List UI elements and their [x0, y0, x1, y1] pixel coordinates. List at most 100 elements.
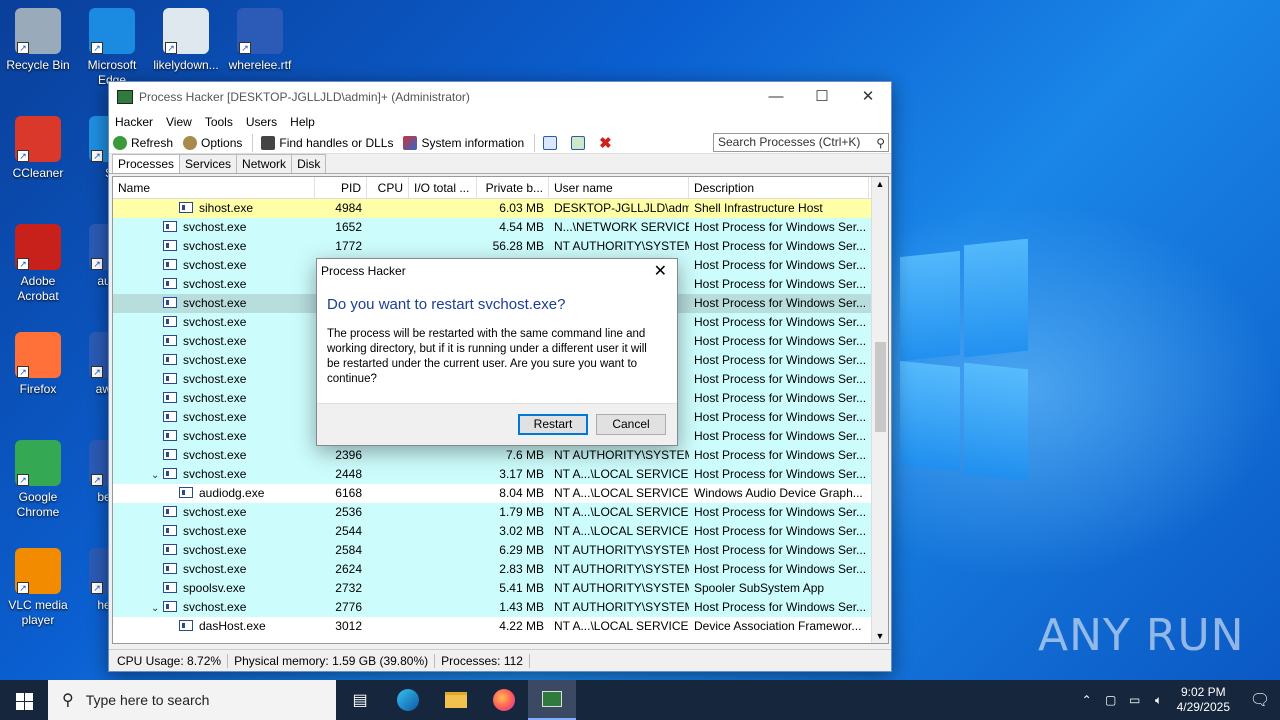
window-button[interactable] — [543, 135, 561, 150]
column-user-name[interactable]: User name — [549, 177, 689, 198]
edge-taskbar-icon[interactable] — [384, 680, 432, 720]
desktop-icon[interactable]: ↗ Adobe Acrobat — [0, 224, 76, 304]
restart-button[interactable]: Restart — [518, 414, 588, 435]
process-row[interactable]: sihost.exe 4984 6.03 MB DESKTOP-JGLLJLD\adm… — [113, 199, 888, 218]
minimize-button[interactable]: — — [753, 82, 799, 112]
notifications-icon[interactable]: 🗨︎ — [1240, 690, 1280, 710]
process-row[interactable]: svchost.exe 2624 2.83 MB NT AUTHORITY\SYSTE… — [113, 560, 888, 579]
menu-hacker[interactable]: Hacker — [115, 115, 153, 129]
process-row[interactable]: svchost.exe 2536 1.79 MB NT A...\LOCAL SERV… — [113, 503, 888, 522]
window-go-button[interactable] — [571, 135, 589, 150]
system-information-button[interactable]: System information — [403, 135, 524, 150]
process-row[interactable]: dasHost.exe 3012 4.22 MB NT A...\LOCAL SERV… — [113, 617, 888, 636]
process-row[interactable]: svchost.exe 1772 56.28 MB NT AUTHORITY\SYST… — [113, 237, 888, 256]
column-cpu[interactable]: CPU — [367, 177, 409, 198]
expand-chevron-icon[interactable]: ⌄ — [151, 466, 163, 484]
menu-users[interactable]: Users — [246, 115, 277, 129]
process-hacker-taskbar-icon[interactable] — [528, 680, 576, 720]
desktop-icon[interactable]: ↗ VLC media player — [0, 548, 76, 628]
search-icon[interactable]: ⚲ — [876, 136, 885, 151]
tab-network[interactable]: Network — [236, 154, 293, 173]
title-bar[interactable]: Process Hacker [DESKTOP-JGLLJLD\admin]+ … — [109, 82, 891, 112]
scroll-up-arrow[interactable]: ▲ — [872, 177, 888, 191]
process-name: svchost.exe — [183, 562, 247, 576]
options-label: Options — [201, 135, 243, 150]
shortcut-arrow-icon: ↗ — [17, 474, 29, 486]
desktop-icon[interactable]: ↗ Firefox — [0, 332, 76, 397]
process-row[interactable]: svchost.exe 2544 3.02 MB NT A...\LOCAL SERV… — [113, 522, 888, 541]
desktop-icon-label: Firefox — [19, 382, 57, 396]
start-button[interactable] — [0, 680, 48, 720]
dialog-title-bar[interactable]: Process Hacker ✕ — [317, 259, 677, 283]
dialog-close-icon[interactable]: ✕ — [654, 261, 667, 281]
process-description: Shell Infrastructure Host — [694, 201, 823, 215]
tab-processes[interactable]: Processes — [112, 154, 181, 173]
process-description: Host Process for Windows Ser... — [694, 524, 867, 538]
desktop-app-icon: ↗ — [15, 116, 61, 162]
desktop-icon[interactable]: ↗ CCleaner — [0, 116, 76, 181]
process-icon — [179, 620, 193, 631]
scroll-thumb[interactable] — [875, 342, 886, 432]
desktop-icon[interactable]: ↗ Recycle Bin — [0, 8, 76, 73]
window-icon — [543, 135, 558, 150]
tab-services[interactable]: Services — [179, 154, 238, 173]
cancel-button[interactable]: Cancel — [596, 414, 666, 435]
taskbar-search-box[interactable]: ⚲ Type here to search — [48, 680, 336, 720]
options-button[interactable]: Options — [183, 135, 243, 150]
desktop-app-icon: ↗ — [15, 440, 61, 486]
desktop-icon[interactable]: ↗ wherelee.rtf — [222, 8, 298, 73]
file-explorer-icon[interactable] — [432, 680, 480, 720]
process-row[interactable]: ⌄ svchost.exe 2776 1.43 MB NT AUTHORITY\SYST… — [113, 598, 888, 617]
close-button[interactable]: ✕ — [845, 82, 891, 112]
process-name: svchost.exe — [183, 334, 247, 348]
column-name[interactable]: Name — [113, 177, 315, 198]
tab-disk[interactable]: Disk — [291, 154, 327, 173]
processes-count-status: Processes: 112 — [435, 653, 530, 668]
scroll-down-arrow[interactable]: ▼ — [872, 629, 888, 643]
column-io-total[interactable]: I/O total ... — [409, 177, 477, 198]
process-user: DESKTOP-JGLLJLD\admi — [554, 201, 689, 215]
process-icon — [163, 392, 177, 403]
task-view-icon[interactable]: ▤ — [336, 680, 384, 720]
process-description: Host Process for Windows Ser... — [694, 448, 867, 462]
chevron-up-icon[interactable]: ⌃ — [1075, 693, 1099, 707]
column-private-bytes[interactable]: Private b... — [477, 177, 549, 198]
maximize-button[interactable]: ☐ — [799, 82, 845, 112]
process-row[interactable]: svchost.exe 1652 4.54 MB N...\NETWORK SERVI… — [113, 218, 888, 237]
network-icon[interactable]: ▭ — [1123, 693, 1147, 707]
desktop-icon[interactable]: ↗ Google Chrome — [0, 440, 76, 520]
column-description[interactable]: Description — [689, 177, 869, 198]
menu-tools[interactable]: Tools — [205, 115, 233, 129]
refresh-button[interactable]: Refresh — [113, 135, 173, 150]
desktop-app-icon: ↗ — [15, 548, 61, 594]
process-row[interactable]: ⌄ svchost.exe 2448 3.17 MB NT A...\LOCAL SER… — [113, 465, 888, 484]
desktop-icon[interactable]: ↗ likelydown... — [148, 8, 224, 73]
device-icon[interactable]: ▢ — [1099, 693, 1123, 707]
expand-chevron-icon[interactable]: ⌄ — [151, 599, 163, 617]
process-row[interactable]: svchost.exe 2584 6.29 MB NT AUTHORITY\SYSTE… — [113, 541, 888, 560]
search-processes-input[interactable]: Search Processes (Ctrl+K) ⚲ — [713, 133, 889, 152]
desktop-app-icon: ↗ — [15, 8, 61, 54]
process-row[interactable]: audiodg.exe 6168 8.04 MB NT A...\LOCAL SERV… — [113, 484, 888, 503]
process-description: Host Process for Windows Ser... — [694, 562, 867, 576]
clock[interactable]: 9:02 PM 4/29/2025 — [1177, 685, 1230, 715]
search-icon: ⚲ — [62, 692, 74, 709]
process-icon — [163, 506, 177, 517]
process-row[interactable]: spoolsv.exe 2732 5.41 MB NT AUTHORITY\SYSTE… — [113, 579, 888, 598]
volume-icon[interactable]: 🔈︎ — [1147, 693, 1171, 708]
vertical-scrollbar[interactable]: ▲ ▼ — [871, 177, 888, 643]
desktop-icon[interactable]: ↗ Microsoft Edge — [74, 8, 150, 88]
process-private-bytes: 1.79 MB — [499, 505, 544, 519]
find-handles-button[interactable]: Find handles or DLLs — [261, 135, 393, 150]
column-pid[interactable]: PID — [315, 177, 367, 198]
process-name: spoolsv.exe — [183, 581, 246, 595]
menu-help[interactable]: Help — [290, 115, 315, 129]
process-private-bytes: 3.17 MB — [499, 467, 544, 481]
process-hacker-icon — [117, 90, 133, 104]
terminate-button[interactable]: ✖ — [599, 134, 612, 152]
process-pid: 2584 — [335, 543, 362, 557]
process-row[interactable]: svchost.exe 2396 7.6 MB NT AUTHORITY\SYSTEM… — [113, 446, 888, 465]
firefox-taskbar-icon[interactable] — [480, 680, 528, 720]
shortcut-arrow-icon: ↗ — [91, 474, 103, 486]
menu-view[interactable]: View — [166, 115, 192, 129]
